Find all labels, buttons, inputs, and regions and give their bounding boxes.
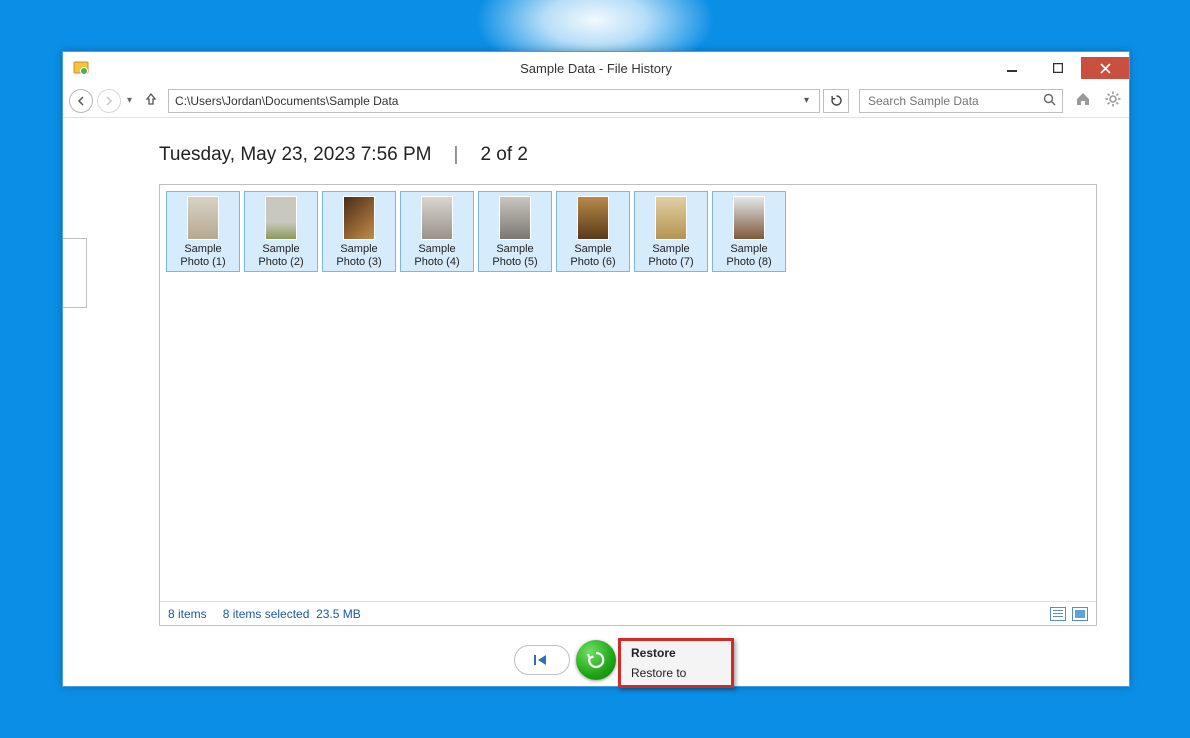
item-count: 8 items: [168, 607, 207, 621]
up-button[interactable]: [138, 92, 164, 109]
file-list-box: Sample Photo (1) Sample Photo (2) Sample…: [159, 184, 1097, 626]
version-page: 2 of 2: [480, 144, 528, 166]
file-label: Sample: [481, 243, 549, 256]
search-icon[interactable]: [1043, 93, 1056, 109]
close-button[interactable]: [1081, 57, 1129, 79]
forward-button[interactable]: [97, 89, 121, 113]
file-item[interactable]: Sample Photo (8): [712, 191, 786, 272]
restore-button[interactable]: [576, 640, 616, 680]
titlebar: Sample Data - File History: [63, 52, 1129, 84]
file-item[interactable]: Sample Photo (3): [322, 191, 396, 272]
menu-restore-to[interactable]: Restore to: [623, 663, 729, 683]
thumbnail-icon: [655, 196, 687, 240]
file-label: Photo (3): [325, 256, 393, 269]
home-icon[interactable]: [1073, 91, 1093, 111]
address-bar[interactable]: C:\Users\Jordan\Documents\Sample Data ▾: [168, 89, 820, 113]
context-menu: Restore Restore to: [618, 638, 734, 688]
file-label: Photo (6): [559, 256, 627, 269]
bottom-controls: [63, 634, 1129, 686]
previous-version-button[interactable]: [514, 645, 570, 675]
selection-size: 23.5 MB: [316, 607, 361, 621]
status-bar: 8 items 8 items selected 23.5 MB: [160, 601, 1096, 625]
thumbnail-icon: [187, 196, 219, 240]
file-label: Sample: [637, 243, 705, 256]
file-label: Sample: [559, 243, 627, 256]
file-item[interactable]: Sample Photo (6): [556, 191, 630, 272]
version-timestamp: Tuesday, May 23, 2023 7:56 PM: [159, 144, 432, 166]
file-item[interactable]: Sample Photo (5): [478, 191, 552, 272]
file-label: Sample: [325, 243, 393, 256]
file-label: Photo (5): [481, 256, 549, 269]
window-title: Sample Data - File History: [63, 61, 1129, 76]
version-header: Tuesday, May 23, 2023 7:56 PM | 2 of 2: [159, 144, 1119, 166]
content-area: Tuesday, May 23, 2023 7:56 PM | 2 of 2 S…: [63, 118, 1129, 634]
file-label: Photo (7): [637, 256, 705, 269]
search-input[interactable]: [866, 93, 1043, 109]
file-label: Sample: [403, 243, 471, 256]
refresh-button[interactable]: [823, 89, 849, 113]
thumbnail-icon: [733, 196, 765, 240]
maximize-button[interactable]: [1035, 57, 1081, 79]
file-item[interactable]: Sample Photo (4): [400, 191, 474, 272]
file-item[interactable]: Sample Photo (2): [244, 191, 318, 272]
thumbnail-icon: [499, 196, 531, 240]
file-label: Photo (2): [247, 256, 315, 269]
minimize-button[interactable]: [989, 57, 1035, 79]
back-button[interactable]: [69, 89, 93, 113]
thumbnail-icon: [421, 196, 453, 240]
thumbnail-icon: [577, 196, 609, 240]
file-item[interactable]: Sample Photo (1): [166, 191, 240, 272]
file-label: Sample: [715, 243, 783, 256]
navbar: ▾ C:\Users\Jordan\Documents\Sample Data …: [63, 84, 1129, 118]
menu-restore[interactable]: Restore: [623, 643, 729, 663]
view-large-icon[interactable]: [1072, 607, 1088, 621]
file-label: Photo (4): [403, 256, 471, 269]
search-box[interactable]: [859, 89, 1063, 113]
selection-count: 8 items selected: [223, 607, 310, 621]
gear-icon[interactable]: [1103, 91, 1123, 111]
thumbnail-grid: Sample Photo (1) Sample Photo (2) Sample…: [160, 185, 1096, 601]
file-label: Sample: [169, 243, 237, 256]
file-item[interactable]: Sample Photo (7): [634, 191, 708, 272]
file-label: Photo (1): [169, 256, 237, 269]
view-details-icon[interactable]: [1050, 607, 1066, 621]
file-label: Sample: [247, 243, 315, 256]
history-dropdown-icon[interactable]: ▾: [125, 95, 134, 106]
address-path: C:\Users\Jordan\Documents\Sample Data: [175, 94, 398, 108]
left-pane-stub: [63, 238, 87, 308]
file-label: Photo (8): [715, 256, 783, 269]
separator: |: [454, 144, 459, 166]
thumbnail-icon: [343, 196, 375, 240]
address-dropdown-icon[interactable]: ▾: [800, 95, 813, 106]
window-controls: [989, 57, 1129, 79]
thumbnail-icon: [265, 196, 297, 240]
app-icon: [69, 56, 93, 80]
file-history-window: Sample Data - File History ▾ C:\Users\Jo…: [62, 51, 1130, 687]
